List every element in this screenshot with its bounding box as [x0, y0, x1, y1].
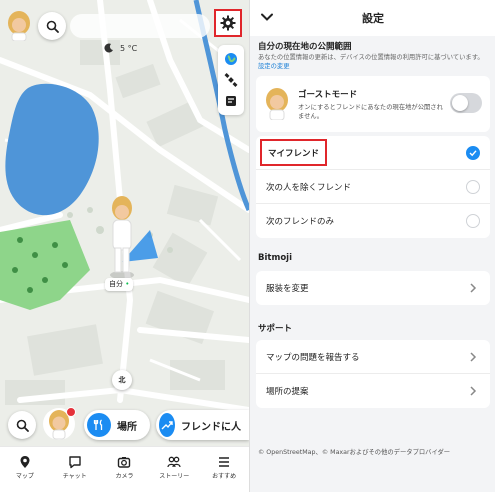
- chevron-down-icon[interactable]: [260, 10, 274, 24]
- change-outfit-row[interactable]: 服装を変更: [256, 271, 490, 305]
- bottom-nav: マップ チャット カメラ ストーリー おすすめ: [0, 446, 249, 492]
- fork-knife-icon: [93, 419, 103, 430]
- search-icon: [16, 419, 29, 432]
- nav-camera[interactable]: カメラ: [104, 455, 144, 480]
- settings-header: 設定: [250, 0, 495, 36]
- nav-map[interactable]: マップ: [5, 455, 45, 480]
- globe-icon[interactable]: [224, 52, 238, 66]
- support-heading: サポート: [258, 324, 293, 334]
- layers-icon[interactable]: [224, 94, 238, 108]
- map-search-button[interactable]: [38, 12, 66, 40]
- chevron-right-icon: [470, 352, 477, 362]
- ghost-mode-description: オンにするとフレンドにあなたの現在地が公開されません。: [298, 103, 443, 120]
- change-outfit-label: 服装を変更: [266, 284, 309, 294]
- option-only-friends-label: 次のフレンドのみ: [266, 217, 335, 227]
- weather-temperature: 5 °C: [120, 43, 138, 53]
- trending-arrow-icon: [161, 421, 173, 430]
- map-bottom-actions: 場所 フレンドに人: [0, 404, 249, 444]
- ghost-mode-card: ゴーストモード オンにするとフレンドにあなたの現在地が公開されません。: [256, 76, 490, 132]
- suggest-place-row[interactable]: 場所の提案: [256, 374, 490, 408]
- people-icon: [167, 456, 181, 468]
- nav-chat-label: チャット: [62, 473, 87, 480]
- screen: 5 °C 自分 • 北 場所 フレンドに人 マップ チャット カメラ ストーリー…: [0, 0, 495, 492]
- map-side-toolbar: [218, 45, 244, 115]
- places-label: 場所: [117, 421, 137, 433]
- radio-unselected[interactable]: [466, 180, 480, 194]
- friends-button[interactable]: フレンドに人: [156, 410, 249, 440]
- attribution-footer: © OpenStreetMap、© Maxarおよびその他のデータプロバイダー: [258, 449, 451, 456]
- map-top-bar: [6, 11, 246, 41]
- change-settings-link[interactable]: 設定の変更: [258, 63, 289, 70]
- nav-discover-label: おすすめ: [212, 473, 237, 480]
- visibility-options-card: マイフレンド 次の人を除くフレンド 次のフレンドのみ: [256, 136, 490, 238]
- location-visibility-description: あなたの位置情報の更新は、デバイスの位置情報の利用許可に基づいています。 設定の…: [258, 53, 490, 71]
- online-indicator: •: [125, 280, 130, 288]
- search-icon: [46, 20, 59, 33]
- nav-stories[interactable]: ストーリー: [154, 455, 194, 480]
- radio-selected[interactable]: [466, 146, 480, 160]
- option-only-friends[interactable]: 次のフレンドのみ: [256, 204, 490, 238]
- ghost-mode-row: ゴーストモード オンにするとフレンドにあなたの現在地が公開されません。: [256, 76, 490, 132]
- my-location-label: 自分 •: [105, 278, 134, 291]
- places-icon-wrap: [87, 413, 111, 437]
- chevron-right-icon: [470, 386, 477, 396]
- moon-icon: [104, 43, 113, 53]
- location-name-pill[interactable]: [70, 14, 210, 38]
- nav-chat[interactable]: チャット: [55, 455, 95, 480]
- camera-icon: [118, 457, 131, 468]
- ghost-mode-toggle[interactable]: [450, 93, 482, 113]
- map-pin-icon: [20, 456, 30, 468]
- location-desc-text: あなたの位置情報の更新は、デバイスの位置情報の利用許可に基づいています。: [258, 54, 484, 61]
- check-icon: [469, 150, 477, 157]
- report-map-issue-row[interactable]: マップの問題を報告する: [256, 340, 490, 374]
- chevron-right-icon: [470, 283, 477, 293]
- option-friends-except[interactable]: 次の人を除くフレンド: [256, 170, 490, 204]
- my-location-text: 自分: [109, 280, 123, 288]
- nav-discover[interactable]: おすすめ: [204, 455, 244, 480]
- report-map-issue-label: マップの問題を報告する: [266, 352, 360, 363]
- nav-map-label: マップ: [15, 473, 34, 480]
- chat-icon: [68, 456, 81, 469]
- places-button[interactable]: 場所: [84, 410, 150, 440]
- option-friends-except-label: 次の人を除くフレンド: [266, 182, 352, 193]
- option-my-friends-highlight: マイフレンド: [260, 139, 328, 166]
- friend-avatar-button[interactable]: [42, 407, 76, 441]
- settings-panel: 設定 自分の現在地の公開範囲 あなたの位置情報の更新は、デバイスの位置情報の利用…: [249, 0, 495, 492]
- map-settings-button[interactable]: [214, 9, 242, 37]
- location-visibility-heading: 自分の現在地の公開範囲: [258, 42, 352, 52]
- ghost-mode-text: ゴーストモード オンにするとフレンドにあなたの現在地が公開されません。: [298, 88, 448, 121]
- friends-icon-wrap: [159, 413, 175, 437]
- weather-indicator: 5 °C: [104, 40, 137, 56]
- option-my-friends-label: マイフレンド: [268, 148, 320, 159]
- compass-button[interactable]: 北: [112, 370, 132, 390]
- option-my-friends[interactable]: マイフレンド: [256, 136, 490, 170]
- notification-dot: [66, 407, 76, 417]
- settings-title: 設定: [362, 12, 384, 25]
- ghost-mode-title: ゴーストモード: [298, 89, 358, 100]
- radio-unselected[interactable]: [466, 214, 480, 228]
- bitmoji-avatar: [266, 88, 288, 120]
- friends-label: フレンドに人: [181, 421, 241, 433]
- bitmoji-card: 服装を変更: [256, 271, 490, 305]
- menu-icon: [219, 457, 230, 467]
- my-avatar[interactable]: [6, 11, 32, 41]
- toggle-knob: [452, 95, 468, 111]
- map-panel[interactable]: 5 °C 自分 • 北 場所 フレンドに人 マップ チャット カメラ ストーリー…: [0, 0, 249, 492]
- suggest-place-label: 場所の提案: [266, 387, 309, 397]
- support-card: マップの問題を報告する 場所の提案: [256, 340, 490, 408]
- nav-camera-label: カメラ: [115, 473, 134, 480]
- nav-stories-label: ストーリー: [159, 473, 190, 480]
- gear-icon: [220, 15, 236, 31]
- bottom-search-button[interactable]: [8, 411, 36, 439]
- compass-north-label: 北: [118, 376, 126, 384]
- bitmoji-heading: Bitmoji: [258, 253, 292, 263]
- satellite-icon[interactable]: [224, 73, 238, 87]
